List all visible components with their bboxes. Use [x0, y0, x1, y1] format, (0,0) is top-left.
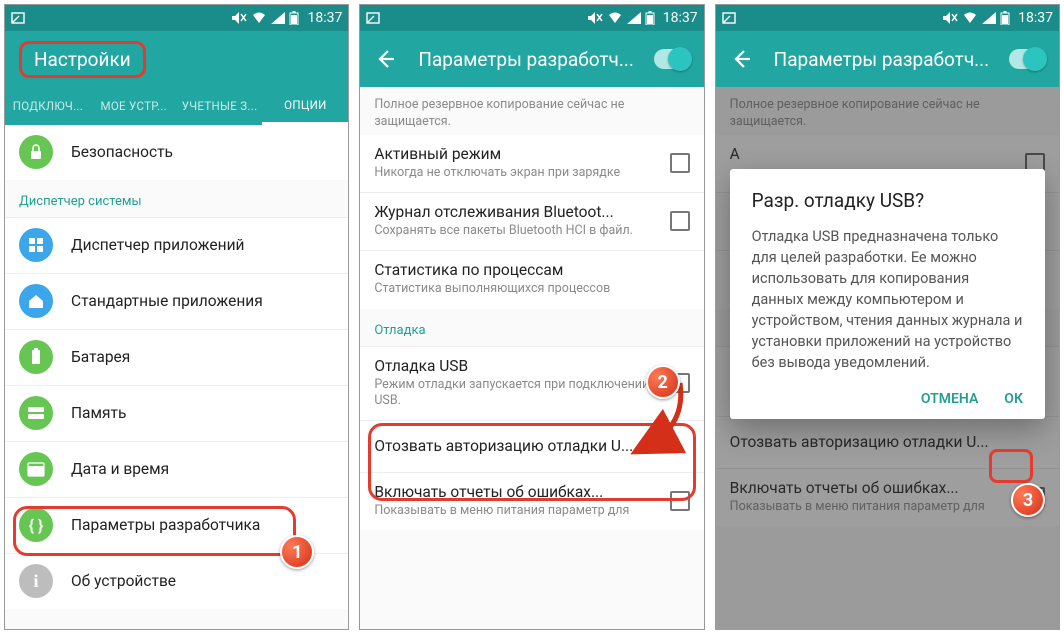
cell-signal-icon — [627, 12, 641, 24]
settings-toolbar: Настройки — [5, 31, 348, 87]
arrow-left-icon — [374, 48, 396, 70]
label: Активный режим — [374, 145, 651, 163]
sublabel: Никогда не отключать экран при зарядке — [374, 165, 651, 181]
label: Включать отчеты об ошибках... — [374, 483, 651, 501]
row-process-stats[interactable]: Статистика по процессам Статистика выпол… — [360, 250, 703, 308]
devopts-toolbar: Параметры разработч... — [360, 31, 703, 87]
section-debug: Отладка — [360, 309, 703, 346]
label: Безопасность — [71, 143, 334, 161]
usb-debugging-checkbox[interactable] — [670, 373, 690, 393]
dialog-body: Отладка USB предназначена только для цел… — [752, 226, 1023, 373]
pane-devopts: 18:37 Параметры разработч... Полное резе… — [359, 4, 704, 630]
backup-hint: Полное резервное копирование сейчас не з… — [360, 87, 703, 135]
devopts-toolbar: Параметры разработч... — [716, 31, 1059, 87]
label: Статистика по процессам — [374, 261, 689, 279]
label: Отозвать авторизацию отладки U... — [374, 437, 689, 455]
pane-settings: 18:37 Настройки ПОДКЛЮЧ... МОЕ УСТР... У… — [4, 4, 349, 630]
label: Отладка USB — [374, 357, 651, 375]
page-title: Настройки — [19, 41, 146, 78]
status-time: 18:37 — [663, 10, 698, 26]
back-button[interactable] — [730, 48, 752, 70]
row-battery[interactable]: Батарея — [5, 329, 348, 385]
row-usb-debugging[interactable]: Отладка USB Режим отладки запускается пр… — [360, 346, 703, 421]
devopts-list-dimmed: Полное резервное копирование сейчас не з… — [716, 87, 1059, 629]
back-button[interactable] — [374, 48, 396, 70]
cell-signal-icon — [982, 12, 996, 24]
row-date-time[interactable]: Дата и время — [5, 441, 348, 497]
checkbox[interactable] — [670, 153, 690, 173]
battery-icon — [289, 11, 299, 25]
mute-icon — [231, 11, 247, 25]
row-developer-options[interactable]: { } Параметры разработчика — [5, 497, 348, 553]
storage-icon — [19, 396, 53, 430]
mute-icon — [587, 11, 603, 25]
sublabel: Статистика выполняющихся процессов — [374, 281, 689, 297]
battery-icon — [19, 340, 53, 374]
mute-icon — [942, 11, 958, 25]
row-app-manager[interactable]: Диспетчер приложений — [5, 217, 348, 273]
row-bt-hci-log[interactable]: Журнал отслеживания Bluetoot... Сохранят… — [360, 192, 703, 250]
row-about-device[interactable]: i Об устройстве — [5, 553, 348, 609]
row-bug-report-shortcut[interactable]: Включать отчеты об ошибках... Показывать… — [360, 472, 703, 530]
label: Журнал отслеживания Bluetoot... — [374, 203, 651, 221]
checkbox[interactable] — [670, 211, 690, 231]
label: Память — [71, 404, 334, 422]
section-system-manager: Диспетчер системы — [5, 180, 348, 217]
dialog-title: Разр. отладку USB? — [752, 189, 1023, 212]
row-security[interactable]: Безопасность — [5, 125, 348, 180]
status-time: 18:37 — [307, 10, 342, 26]
cell-signal-icon — [271, 12, 285, 24]
home-icon — [19, 284, 53, 318]
tab-connections[interactable]: ПОДКЛЮЧ... — [5, 99, 91, 113]
row-default-apps[interactable]: Стандартные приложения — [5, 273, 348, 329]
sublabel: Режим отладки запускается при подключени… — [374, 377, 651, 410]
screenshot-icon — [366, 11, 380, 25]
battery-icon — [645, 11, 655, 25]
tab-options[interactable]: ОПЦИИ — [262, 87, 348, 125]
page-title: Параметры разработч... — [418, 48, 653, 71]
status-bar: 18:37 — [5, 5, 348, 31]
label: Батарея — [71, 348, 334, 366]
label: Параметры разработчика — [71, 516, 334, 534]
status-bar: 18:37 — [716, 5, 1059, 31]
screenshot-icon — [11, 11, 25, 25]
screenshot-icon — [722, 11, 736, 25]
pane-dialog: 18:37 Параметры разработч... Полное резе… — [715, 4, 1060, 630]
row-memory[interactable]: Память — [5, 385, 348, 441]
dialog-ok-button[interactable]: ОК — [1004, 391, 1023, 407]
info-icon: i — [19, 564, 53, 598]
devopts-master-toggle[interactable] — [1009, 49, 1045, 69]
apps-icon — [19, 228, 53, 262]
label: Об устройстве — [71, 572, 334, 590]
settings-tabs: ПОДКЛЮЧ... МОЕ УСТР... УЧЕТНЫЕ З... ОПЦИ… — [5, 87, 348, 125]
checkbox[interactable] — [670, 491, 690, 511]
lock-icon — [19, 135, 53, 169]
dialog-cancel-button[interactable]: ОТМЕНА — [921, 391, 978, 407]
status-bar: 18:37 — [360, 5, 703, 31]
row-revoke-usb-auth[interactable]: Отозвать авторизацию отладки U... — [360, 420, 703, 472]
wifi-icon — [962, 12, 978, 24]
tab-mydevice[interactable]: МОЕ УСТР... — [91, 99, 177, 113]
calendar-icon — [19, 452, 53, 486]
label: Дата и время — [71, 460, 334, 478]
wifi-icon — [251, 12, 267, 24]
devopts-list[interactable]: Полное резервное копирование сейчас не з… — [360, 87, 703, 629]
battery-icon — [1000, 11, 1010, 25]
settings-list[interactable]: Безопасность Диспетчер системы Диспетчер… — [5, 125, 348, 629]
arrow-left-icon — [730, 48, 752, 70]
status-time: 18:37 — [1018, 10, 1053, 26]
row-stay-awake[interactable]: Активный режим Никогда не отключать экра… — [360, 135, 703, 192]
devopts-master-toggle[interactable] — [654, 49, 690, 69]
sublabel: Сохранять все пакеты Bluetooth HCI в фай… — [374, 223, 651, 239]
sublabel: Показывать в меню питания параметр для — [374, 503, 651, 519]
label: Диспетчер приложений — [71, 236, 334, 254]
braces-icon: { } — [19, 508, 53, 542]
usb-debug-dialog: Разр. отладку USB? Отладка USB предназна… — [730, 169, 1045, 419]
page-title: Параметры разработч... — [774, 48, 1009, 71]
label: Стандартные приложения — [71, 292, 334, 310]
tab-accounts[interactable]: УЧЕТНЫЕ З... — [177, 99, 263, 113]
wifi-icon — [607, 12, 623, 24]
